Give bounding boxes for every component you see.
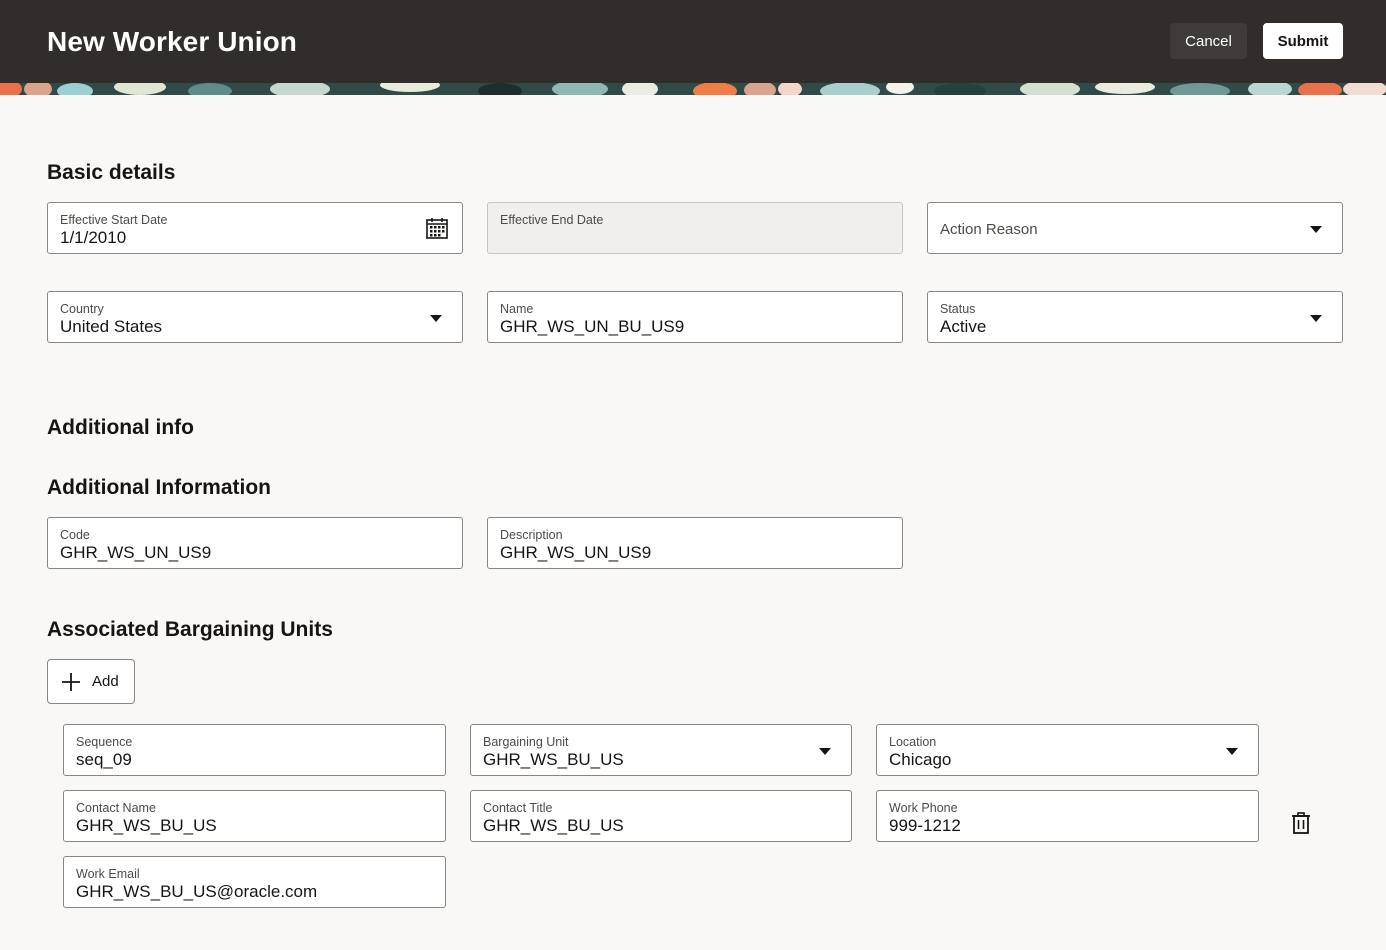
- work-email-label: Work Email: [76, 867, 140, 881]
- section-title-bargaining-units: Associated Bargaining Units: [47, 618, 333, 641]
- country-value: United States: [60, 317, 163, 336]
- effective-end-date-field: Effective End Date: [487, 202, 903, 254]
- section-title-additional-info: Additional info: [47, 416, 194, 439]
- contact-name-field[interactable]: Contact Name GHR_WS_BU_US: [63, 790, 446, 842]
- chevron-down-icon[interactable]: [1226, 748, 1238, 755]
- contact-name-value: GHR_WS_BU_US: [76, 816, 217, 835]
- code-label: Code: [60, 528, 90, 542]
- work-phone-value: 999-1212: [889, 816, 961, 835]
- name-value: GHR_WS_UN_BU_US9: [500, 317, 685, 336]
- name-label: Name: [500, 302, 534, 316]
- contact-title-field[interactable]: Contact Title GHR_WS_BU_US: [470, 790, 852, 842]
- description-field[interactable]: Description GHR_WS_UN_US9: [487, 517, 903, 569]
- work-phone-field[interactable]: Work Phone 999-1212: [876, 790, 1259, 842]
- contact-name-label: Contact Name: [76, 801, 156, 815]
- bargaining-unit-label: Bargaining Unit: [483, 735, 569, 749]
- work-email-field[interactable]: Work Email GHR_WS_BU_US@oracle.com: [63, 856, 446, 908]
- country-label: Country: [60, 302, 104, 316]
- bargaining-unit-select[interactable]: Bargaining Unit GHR_WS_BU_US: [470, 724, 852, 776]
- page-header: New Worker Union Cancel Submit: [0, 0, 1386, 83]
- action-reason-select[interactable]: Action Reason: [927, 202, 1343, 254]
- country-select[interactable]: Country United States: [47, 291, 463, 343]
- code-field[interactable]: Code GHR_WS_UN_US9: [47, 517, 463, 569]
- status-select[interactable]: Status Active: [927, 291, 1343, 343]
- effective-start-date-label: Effective Start Date: [60, 213, 168, 227]
- calendar-icon[interactable]: [426, 217, 448, 244]
- add-button-label: Add: [92, 673, 119, 690]
- page-title: New Worker Union: [47, 26, 298, 57]
- effective-start-date-value: 1/1/2010: [60, 228, 127, 247]
- section-title-basic-details: Basic details: [47, 161, 176, 184]
- location-label: Location: [889, 735, 937, 749]
- chevron-down-icon[interactable]: [819, 748, 831, 755]
- bargaining-unit-value: GHR_WS_BU_US: [483, 750, 624, 769]
- sequence-label: Sequence: [76, 735, 133, 749]
- subsection-title-additional-information: Additional Information: [47, 476, 271, 499]
- effective-end-date-label: Effective End Date: [500, 213, 604, 227]
- chevron-down-icon[interactable]: [1310, 315, 1322, 322]
- submit-button[interactable]: Submit: [1263, 23, 1343, 59]
- trash-icon[interactable]: [1289, 811, 1313, 840]
- sequence-field[interactable]: Sequence seq_09: [63, 724, 446, 776]
- chevron-down-icon[interactable]: [1310, 226, 1322, 233]
- name-field[interactable]: Name GHR_WS_UN_BU_US9: [487, 291, 903, 343]
- contact-title-label: Contact Title: [483, 801, 553, 815]
- add-bargaining-unit-button[interactable]: Add: [47, 659, 135, 704]
- status-label: Status: [940, 302, 976, 316]
- code-value: GHR_WS_UN_US9: [60, 543, 212, 562]
- action-reason-placeholder: Action Reason: [940, 221, 1038, 238]
- contact-title-value: GHR_WS_BU_US: [483, 816, 624, 835]
- plus-icon: [61, 672, 81, 695]
- status-value: Active: [940, 317, 987, 336]
- work-email-value: GHR_WS_BU_US@oracle.com: [76, 882, 318, 901]
- location-select[interactable]: Location Chicago: [876, 724, 1259, 776]
- cancel-button[interactable]: Cancel: [1170, 23, 1247, 59]
- decorative-banner: [0, 83, 1386, 95]
- chevron-down-icon[interactable]: [430, 315, 442, 322]
- description-label: Description: [500, 528, 563, 542]
- work-phone-label: Work Phone: [889, 801, 958, 815]
- effective-start-date-field[interactable]: Effective Start Date 1/1/2010: [47, 202, 463, 254]
- location-value: Chicago: [889, 750, 952, 769]
- description-value: GHR_WS_UN_US9: [500, 543, 652, 562]
- sequence-value: seq_09: [76, 750, 132, 769]
